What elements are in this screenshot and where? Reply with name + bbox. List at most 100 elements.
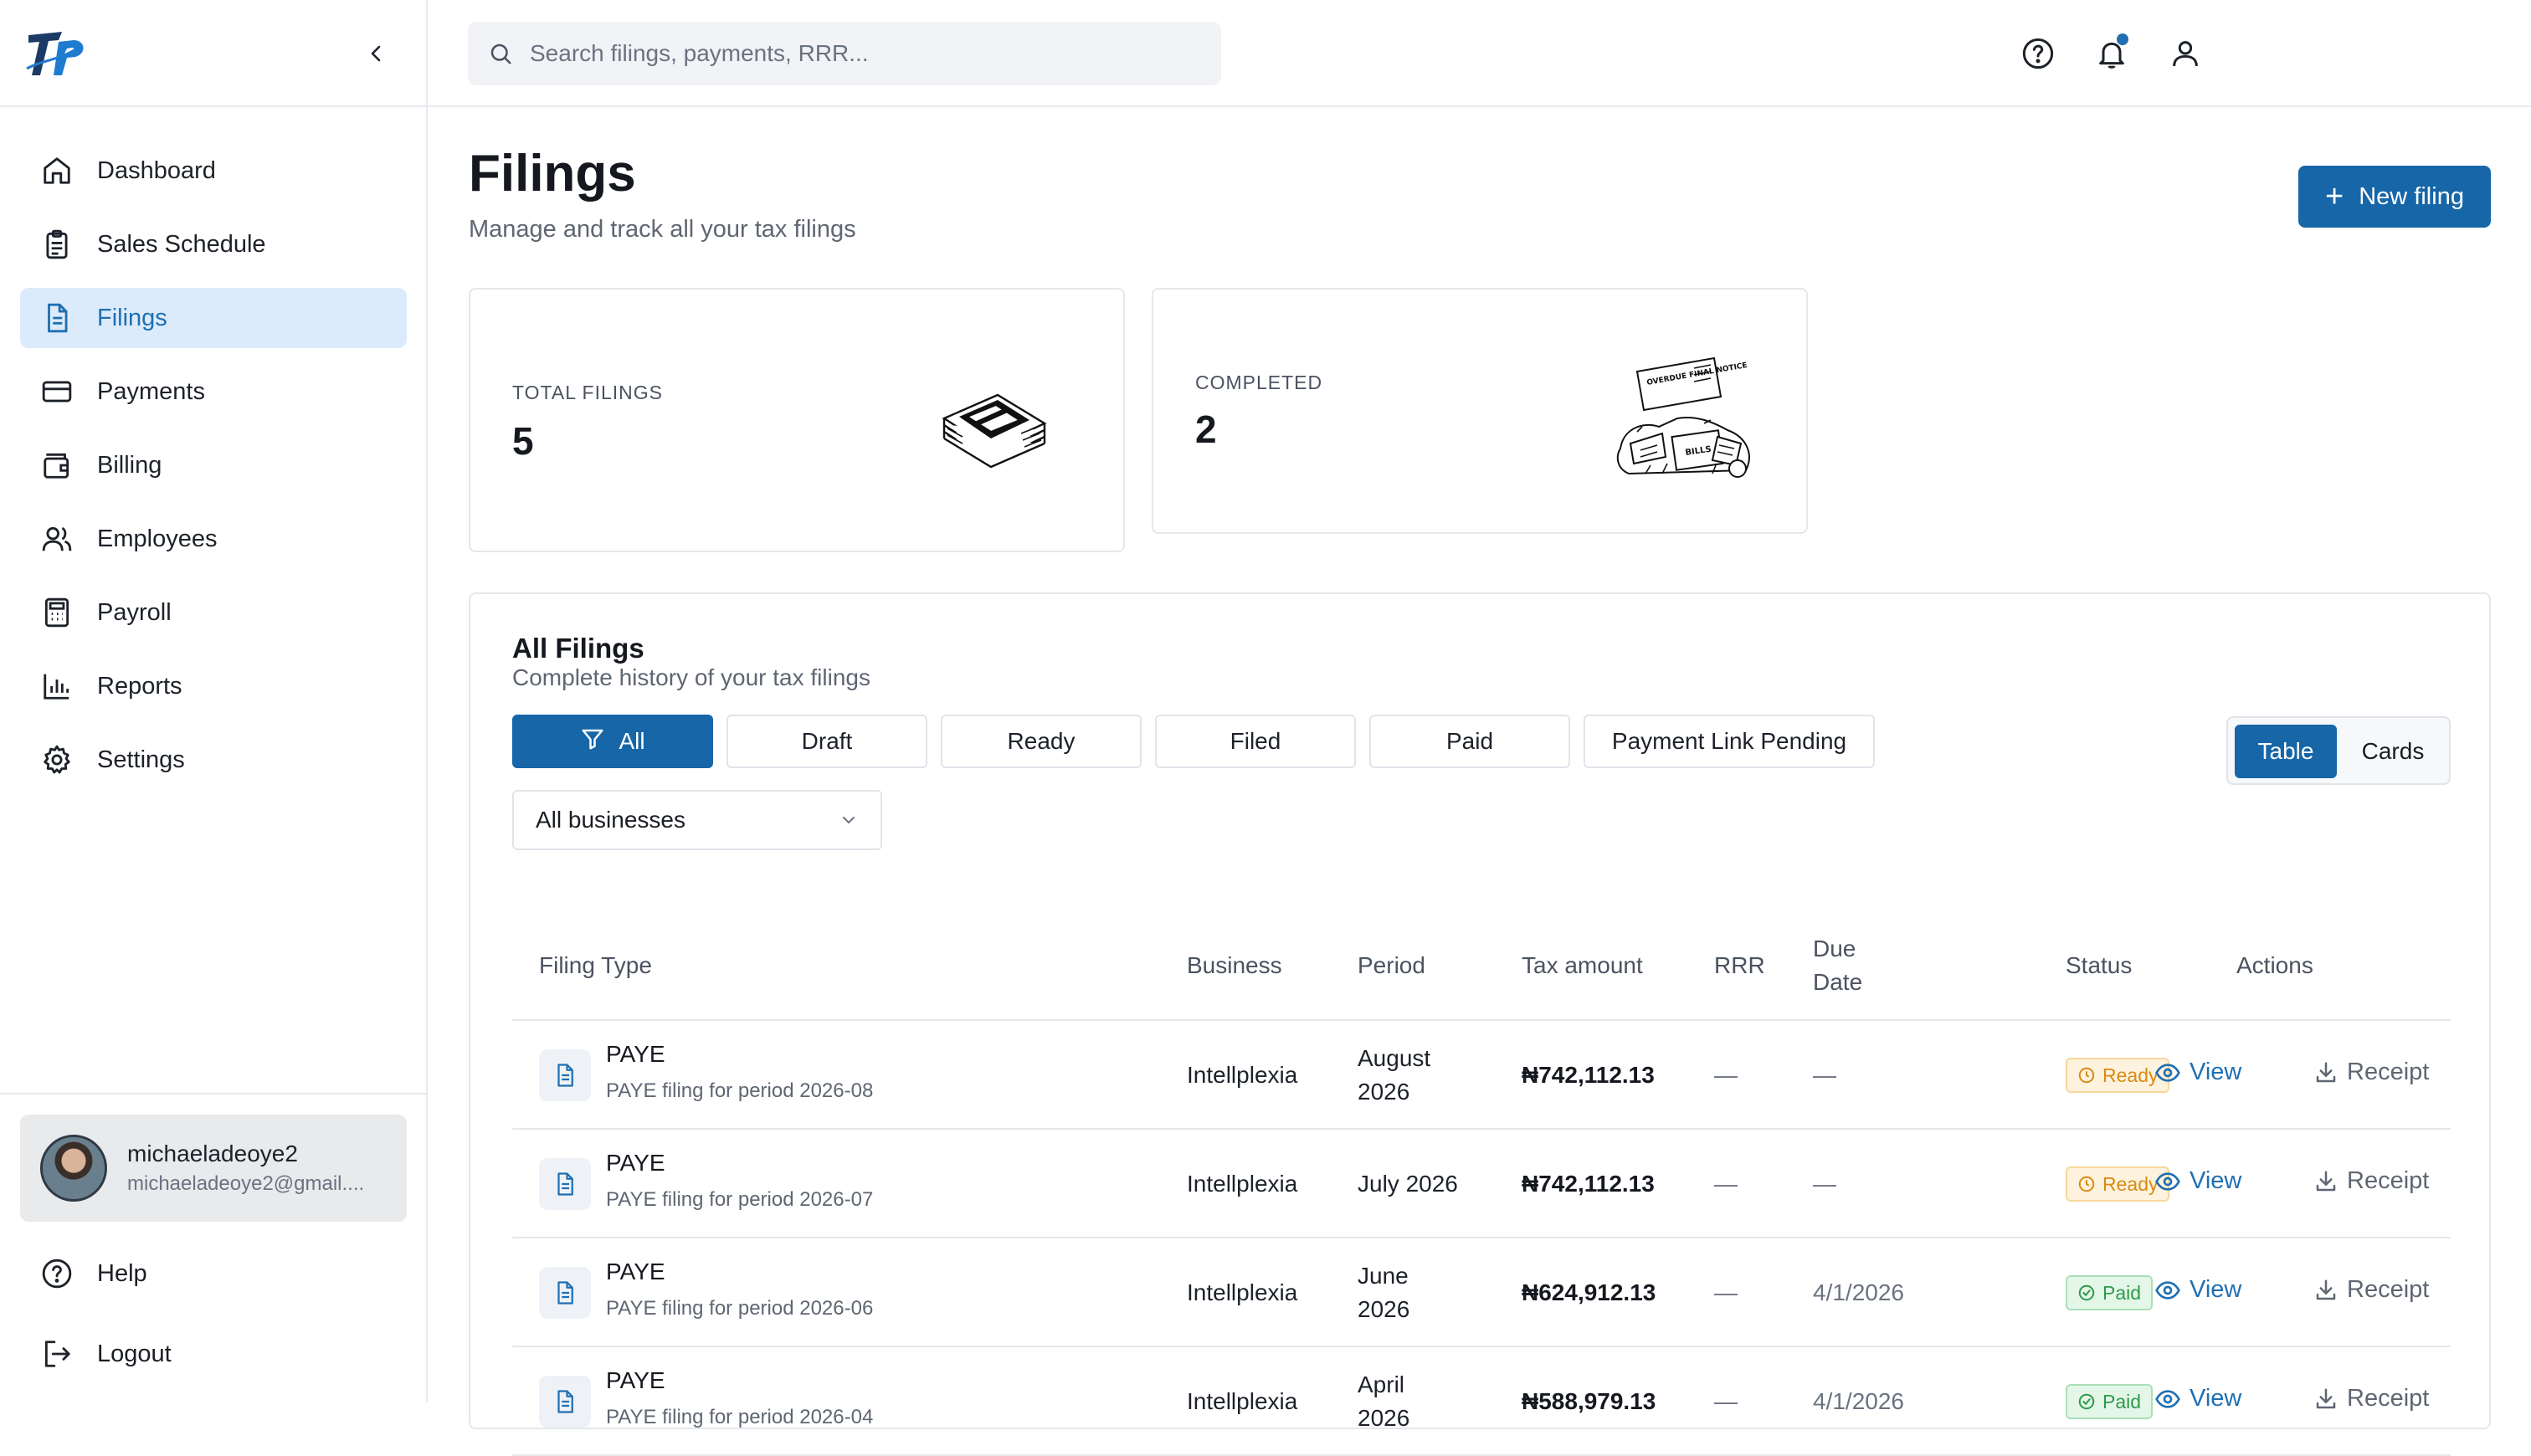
business-cell: Intellplexia (1187, 1388, 1298, 1414)
filter-all[interactable]: All (512, 715, 713, 768)
column-header-status[interactable]: Status (2066, 949, 2132, 982)
filter-draft[interactable]: Draft (726, 715, 927, 768)
rrr-cell: — (1714, 1388, 1738, 1414)
sidebar-item-label: Sales Schedule (97, 230, 266, 258)
column-header-due-date[interactable]: Due Date (1813, 932, 1888, 999)
tax-amount-cell: ₦624,912.13 (1522, 1279, 1656, 1305)
download-icon (2313, 1387, 2338, 1412)
view-label: View (2190, 1059, 2242, 1085)
new-filing-button[interactable]: + New filing (2298, 166, 2491, 228)
period-cell: August 2026 (1358, 1045, 1431, 1105)
tax-amount-cell: ₦742,112.13 (1522, 1171, 1655, 1197)
view-toggle: Table Cards (2226, 716, 2451, 785)
filter-ready[interactable]: Ready (941, 715, 1142, 768)
help-button[interactable] (2018, 33, 2058, 74)
stat-value: 2 (1195, 408, 1217, 451)
home-icon (40, 154, 74, 187)
sidebar-item-payments[interactable]: Payments (20, 361, 407, 422)
filter-label: Draft (801, 728, 853, 754)
column-header-rrr[interactable]: RRR (1714, 949, 1765, 982)
money-stack-icon (942, 393, 1047, 469)
view-button[interactable]: View (2154, 1167, 2241, 1195)
filing-description: PAYE filing for period 2026-07 (606, 1188, 874, 1211)
due-date-cell: 4/1/2026 (1813, 1388, 1904, 1414)
notification-dot (2117, 33, 2128, 45)
view-cards-button[interactable]: Cards (2340, 725, 2446, 778)
eye-icon (2154, 1059, 2181, 1086)
document-icon (539, 1376, 591, 1428)
help-link[interactable]: Help (20, 1243, 407, 1304)
check-circle-icon (2077, 1392, 2096, 1411)
sidebar-item-employees[interactable]: Employees (20, 509, 407, 569)
column-header-business[interactable]: Business (1187, 949, 1282, 982)
table-row[interactable]: PAYE PAYE filing for period 2026-06 Inte… (512, 1238, 2451, 1347)
table-row[interactable]: PAYE PAYE filing for period 2026-07 Inte… (512, 1130, 2451, 1238)
receipt-button[interactable]: Receipt (2313, 1059, 2429, 1086)
status-label: Paid (2102, 1281, 2142, 1304)
view-button[interactable]: View (2154, 1059, 2241, 1086)
logout-icon (40, 1337, 74, 1371)
sidebar-item-sales-schedule[interactable]: Sales Schedule (20, 214, 407, 274)
receipt-button[interactable]: Receipt (2313, 1385, 2429, 1412)
status-label: Paid (2102, 1390, 2142, 1412)
avatar (40, 1135, 107, 1202)
filter-filed[interactable]: Filed (1155, 715, 1356, 768)
filter-paid[interactable]: Paid (1369, 715, 1570, 768)
user-name: michaeladeoye2 (127, 1141, 298, 1166)
file-text-icon (40, 301, 74, 335)
table-row[interactable]: PAYE PAYE filing for period 2026-04 Inte… (512, 1347, 2451, 1456)
clipboard-icon (40, 228, 74, 261)
app-logo[interactable] (25, 23, 89, 82)
receipt-button[interactable]: Receipt (2313, 1276, 2429, 1304)
user-icon (2173, 41, 2198, 67)
document-icon (539, 1158, 591, 1210)
period-cell: June 2026 (1358, 1263, 1410, 1322)
search-bar[interactable] (468, 22, 1221, 85)
logout-link[interactable]: Logout (20, 1324, 407, 1384)
filing-description: PAYE filing for period 2026-06 (606, 1297, 874, 1320)
sidebar-item-dashboard[interactable]: Dashboard (20, 141, 407, 201)
sidebar-item-filings[interactable]: Filings (20, 288, 407, 348)
sidebar-item-payroll[interactable]: Payroll (20, 582, 407, 643)
column-header-period[interactable]: Period (1358, 949, 1425, 982)
search-input[interactable] (530, 40, 1199, 67)
user-profile-card[interactable]: michaeladeoye2 michaeladeoye2@gmail.... (20, 1115, 407, 1222)
view-table-button[interactable]: Table (2235, 725, 2337, 778)
sidebar-item-reports[interactable]: Reports (20, 656, 407, 716)
gear-icon (40, 743, 74, 777)
business-cell: Intellplexia (1187, 1062, 1298, 1088)
view-label: View (2190, 1385, 2242, 1412)
bar-chart-icon (40, 669, 74, 703)
account-button[interactable] (2165, 33, 2205, 74)
logout-label: Logout (97, 1340, 172, 1367)
eye-icon (2154, 1277, 2181, 1304)
notifications-button[interactable] (2092, 33, 2132, 74)
sidebar-item-settings[interactable]: Settings (20, 730, 407, 790)
stat-label: COMPLETED (1195, 372, 1323, 393)
view-button[interactable]: View (2154, 1385, 2241, 1412)
view-label: View (2190, 1167, 2242, 1194)
filter-payment-link-pending[interactable]: Payment Link Pending (1584, 715, 1875, 768)
due-date-cell: 4/1/2026 (1813, 1279, 1904, 1305)
filter-label: Filed (1230, 728, 1281, 754)
table-row[interactable]: PAYE PAYE filing for period 2026-08 Inte… (512, 1021, 2451, 1130)
column-header-tax-amount[interactable]: Tax amount (1522, 949, 1643, 982)
tax-amount-cell: ₦742,112.13 (1522, 1062, 1655, 1088)
column-header-filing-type[interactable]: Filing Type (539, 949, 652, 982)
sidebar-item-label: Payments (97, 377, 205, 405)
business-cell: Intellplexia (1187, 1171, 1298, 1197)
receipt-button[interactable]: Receipt (2313, 1167, 2429, 1195)
view-button[interactable]: View (2154, 1276, 2241, 1304)
stat-value: 5 (512, 419, 534, 463)
period-cell: July 2026 (1358, 1171, 1458, 1197)
new-filing-label: New filing (2359, 182, 2464, 210)
receipt-label: Receipt (2347, 1385, 2430, 1412)
view-label: View (2190, 1276, 2242, 1303)
sidebar-item-label: Settings (97, 746, 185, 773)
collapse-sidebar-button[interactable] (360, 37, 393, 70)
sidebar-item-label: Billing (97, 451, 162, 479)
business-select[interactable]: All businesses (512, 790, 882, 850)
sidebar-item-billing[interactable]: Billing (20, 435, 407, 495)
status-label: Ready (2102, 1172, 2159, 1195)
sidebar-footer: michaeladeoye2 michaeladeoye2@gmail.... … (0, 1093, 428, 1367)
